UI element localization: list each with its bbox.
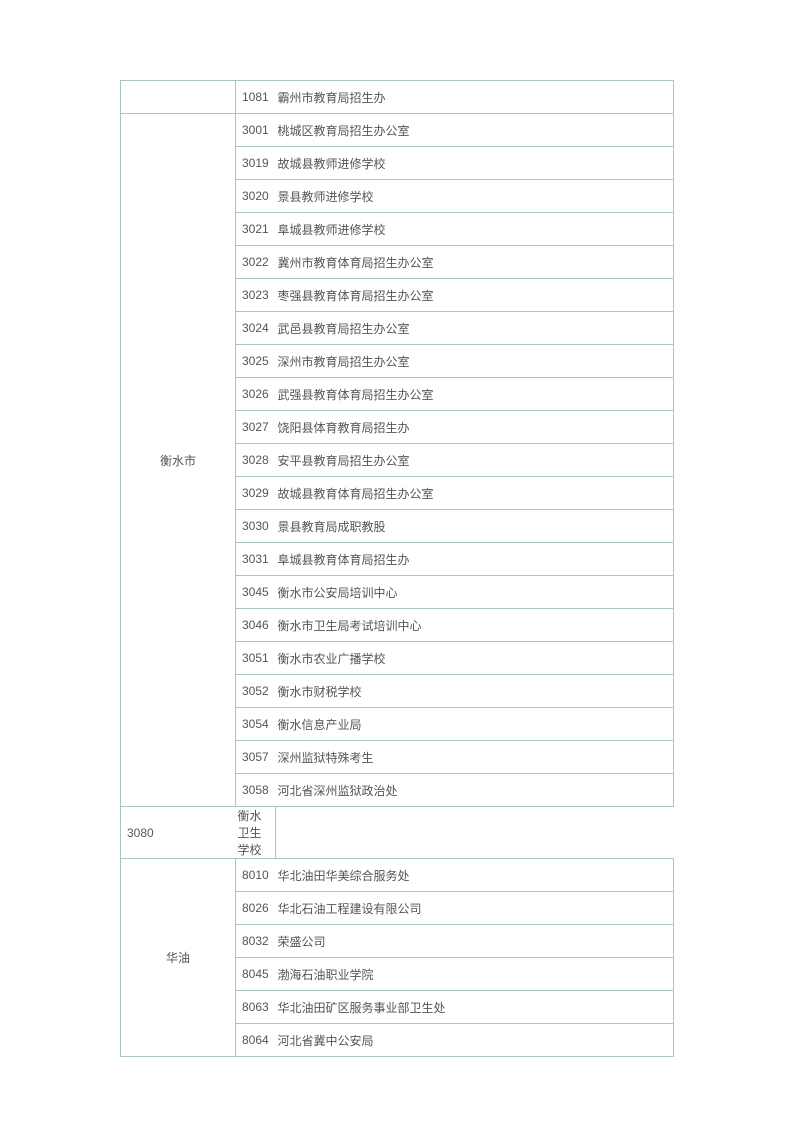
code-cell: 8063 (236, 991, 276, 1024)
name-cell: 冀州市教育体育局招生办公室 (276, 246, 674, 279)
code-cell: 3052 (236, 675, 276, 708)
code-cell: 3001 (236, 114, 276, 147)
code-cell: 3031 (236, 543, 276, 576)
table-row: 1081霸州市教育局招生办 (121, 81, 674, 114)
code-cell: 3024 (236, 312, 276, 345)
name-cell: 景县教师进修学校 (276, 180, 674, 213)
name-cell: 华北油田华美综合服务处 (276, 859, 674, 892)
name-cell: 武强县教育体育局招生办公室 (276, 378, 674, 411)
region-cell: 华油 (121, 859, 236, 1057)
name-cell: 河北省深州监狱政治处 (276, 774, 674, 807)
code-cell: 3026 (236, 378, 276, 411)
name-cell: 荣盛公司 (276, 925, 674, 958)
name-cell: 深州监狱特殊考生 (276, 741, 674, 774)
code-cell: 8045 (236, 958, 276, 991)
code-cell: 8010 (236, 859, 276, 892)
code-cell: 8064 (236, 1024, 276, 1057)
name-cell: 桃城区教育局招生办公室 (276, 114, 674, 147)
code-cell: 3051 (236, 642, 276, 675)
region-cell (121, 81, 236, 114)
code-cell: 3022 (236, 246, 276, 279)
name-cell: 武邑县教育局招生办公室 (276, 312, 674, 345)
code-cell: 8032 (236, 925, 276, 958)
table-row: 衡水市3001桃城区教育局招生办公室 (121, 114, 674, 147)
code-cell: 3021 (236, 213, 276, 246)
name-cell: 阜城县教师进修学校 (276, 213, 674, 246)
name-cell: 深州市教育局招生办公室 (276, 345, 674, 378)
region-cell: 衡水市 (121, 114, 236, 807)
code-cell: 3057 (236, 741, 276, 774)
name-cell: 渤海石油职业学院 (276, 958, 674, 991)
code-cell: 3054 (236, 708, 276, 741)
name-cell: 饶阳县体育教育局招生办 (276, 411, 674, 444)
name-cell: 枣强县教育体育局招生办公室 (276, 279, 674, 312)
name-cell: 故城县教师进修学校 (276, 147, 674, 180)
code-cell: 1081 (236, 81, 276, 114)
code-cell: 3058 (236, 774, 276, 807)
code-cell: 3023 (236, 279, 276, 312)
name-cell: 霸州市教育局招生办 (276, 81, 674, 114)
name-cell: 华北石油工程建设有限公司 (276, 892, 674, 925)
code-cell: 3030 (236, 510, 276, 543)
code-cell: 3027 (236, 411, 276, 444)
table-row: 华油8010华北油田华美综合服务处 (121, 859, 674, 892)
name-cell: 景县教育局成职教股 (276, 510, 674, 543)
name-cell: 衡水卫生学校 (236, 807, 276, 859)
code-cell: 8026 (236, 892, 276, 925)
name-cell: 华北油田矿区服务事业部卫生处 (276, 991, 674, 1024)
code-cell: 3020 (236, 180, 276, 213)
code-cell: 3046 (236, 609, 276, 642)
name-cell: 衡水信息产业局 (276, 708, 674, 741)
name-cell: 河北省冀中公安局 (276, 1024, 674, 1057)
name-cell: 阜城县教育体育局招生办 (276, 543, 674, 576)
name-cell: 衡水市卫生局考试培训中心 (276, 609, 674, 642)
code-cell: 3028 (236, 444, 276, 477)
name-cell: 安平县教育局招生办公室 (276, 444, 674, 477)
table-row: 3080衡水卫生学校 (121, 807, 674, 859)
name-cell: 故城县教育体育局招生办公室 (276, 477, 674, 510)
name-cell: 衡水市公安局培训中心 (276, 576, 674, 609)
code-cell: 3045 (236, 576, 276, 609)
name-cell: 衡水市财税学校 (276, 675, 674, 708)
code-cell: 3019 (236, 147, 276, 180)
data-table: 1081霸州市教育局招生办衡水市3001桃城区教育局招生办公室3019故城县教师… (120, 80, 674, 1057)
code-cell: 3029 (236, 477, 276, 510)
code-cell: 3025 (236, 345, 276, 378)
name-cell: 衡水市农业广播学校 (276, 642, 674, 675)
code-cell: 3080 (121, 807, 236, 859)
